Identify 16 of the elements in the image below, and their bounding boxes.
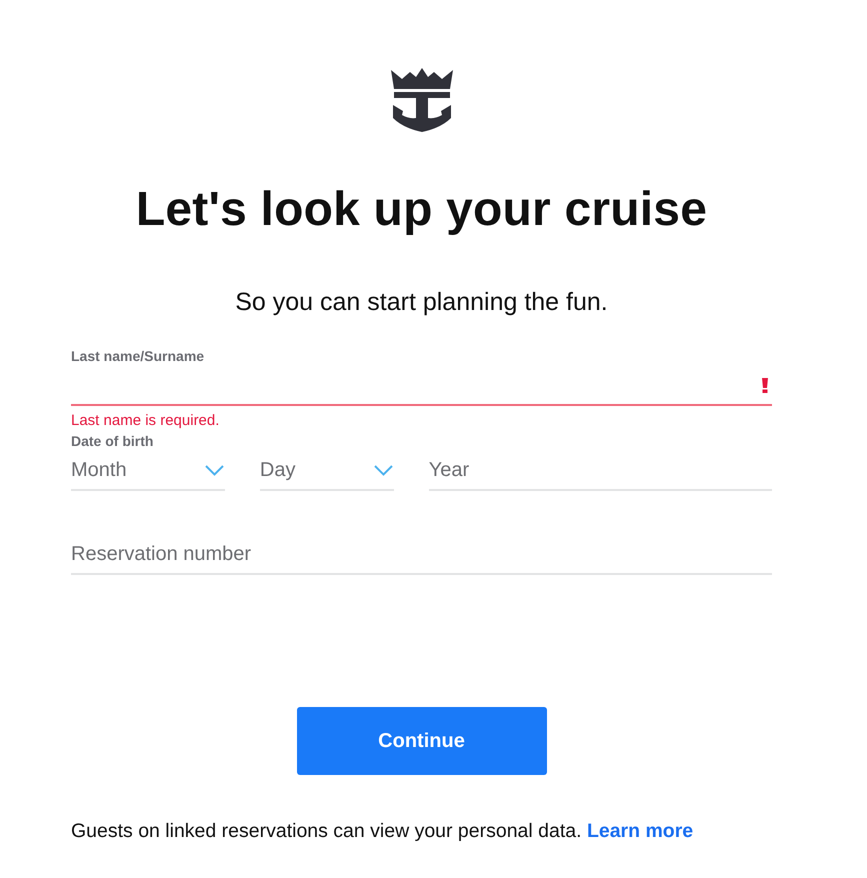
- page-heading: Let's look up your cruise: [134, 182, 708, 238]
- error-message: Last name is required.: [71, 412, 220, 430]
- continue-button[interactable]: Continue: [296, 706, 546, 775]
- reservation-number-input[interactable]: Reservation number: [71, 534, 772, 575]
- page-subheading: So you can start planning the fun.: [234, 286, 609, 317]
- date-input[interactable]: Year: [428, 450, 772, 491]
- field-label: Last name/Surname: [71, 348, 206, 365]
- crown-anchor-logo-icon: [390, 68, 452, 132]
- error-icon: [762, 378, 768, 393]
- date-select[interactable]: Day: [260, 450, 394, 491]
- field-label: Date of birth: [71, 432, 154, 450]
- learn-more-link[interactable]: Learn more: [586, 820, 694, 842]
- chevron-down-icon: [374, 464, 393, 476]
- privacy-notice: Guests on linked reservations can view your personal data. Learn more: [71, 818, 694, 843]
- chevron-down-icon: [204, 464, 224, 476]
- date-select[interactable]: Month: [71, 450, 225, 491]
